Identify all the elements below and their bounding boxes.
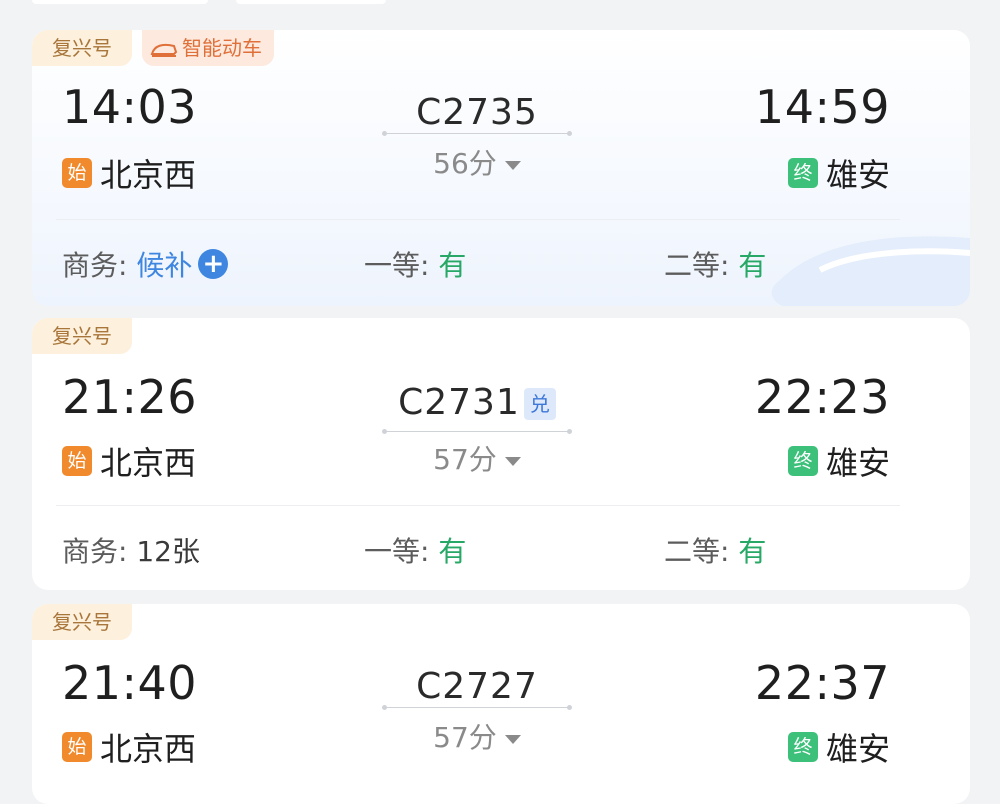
departure-time: 14:03 [62, 80, 198, 134]
seat-label: 商务: [62, 249, 128, 282]
train-card[interactable]: 复兴号 21:26 22:23 C2731 兑 57分 始 北京西 终 雄安 商务… [32, 318, 970, 590]
train-card[interactable]: 复兴号 智能动车 14:03 14:59 C2735 56分 始 北京西 终 雄… [32, 30, 970, 306]
seat-second-class: 二等: 有 [664, 244, 766, 284]
arrival-station-name: 雄安 [825, 444, 890, 482]
train-tags: 复兴号 智能动车 [32, 30, 274, 66]
departure-time: 21:40 [62, 656, 198, 710]
previous-card-stub [236, 0, 386, 4]
seat-value: 有 [738, 249, 767, 282]
train-tags: 复兴号 [32, 318, 132, 354]
seat-label: 商务: [62, 535, 128, 568]
divider [56, 219, 900, 220]
divider [56, 505, 900, 506]
departure-station-name: 北京西 [100, 156, 197, 194]
train-number-row: C2731 兑 [384, 382, 570, 423]
smart-train-tag: 智能动车 [142, 30, 274, 66]
end-badge: 终 [787, 732, 818, 762]
seat-value: 有 [438, 535, 467, 568]
seat-second-class: 二等: 有 [664, 530, 766, 570]
seat-value: 有 [738, 535, 767, 568]
duration-text: 56分 [433, 147, 497, 180]
train-number: C2735 [416, 92, 538, 133]
seat-first-class: 一等: 有 [364, 244, 466, 284]
duration-toggle[interactable]: 57分 [384, 438, 570, 478]
arrival-station-name: 雄安 [825, 156, 890, 194]
seat-business: 商务: 12张 [62, 530, 200, 570]
fuxing-tag: 复兴号 [32, 604, 132, 640]
train-icon [150, 43, 178, 57]
start-badge: 始 [62, 732, 92, 762]
departure-time: 21:26 [62, 370, 198, 424]
chevron-down-icon [504, 456, 521, 466]
arrival-station-name: 雄安 [825, 730, 890, 768]
duration-text: 57分 [433, 721, 497, 754]
exchange-badge: 兑 [523, 388, 556, 420]
arrival-station: 终 雄安 [787, 438, 890, 484]
fuxing-tag: 复兴号 [32, 30, 132, 66]
seat-label: 二等: [664, 535, 730, 568]
seat-value: 候补 [136, 249, 193, 282]
train-tags: 复兴号 [32, 604, 132, 640]
previous-card-stub [32, 0, 208, 4]
arrival-time: 14:59 [754, 80, 890, 134]
arrival-time: 22:23 [754, 370, 890, 424]
duration-toggle[interactable]: 57分 [384, 716, 570, 756]
start-badge: 始 [62, 446, 92, 476]
end-badge: 终 [787, 446, 818, 476]
departure-station-name: 北京西 [100, 444, 197, 482]
train-watermark-graphic [771, 236, 970, 306]
fuxing-tag: 复兴号 [32, 318, 132, 354]
smart-tag-label: 智能动车 [182, 36, 262, 60]
duration-text: 57分 [433, 443, 497, 476]
route-line [382, 705, 572, 710]
train-number: C2727 [416, 666, 538, 707]
departure-station: 始 北京西 [62, 150, 196, 196]
train-card[interactable]: 复兴号 21:40 22:37 C2727 57分 始 北京西 终 雄安 [32, 604, 970, 804]
chevron-down-icon [504, 734, 521, 744]
arrival-time: 22:37 [754, 656, 890, 710]
seat-value: 有 [438, 249, 467, 282]
end-badge: 终 [787, 158, 818, 188]
seat-label: 一等: [364, 535, 430, 568]
duration-toggle[interactable]: 56分 [384, 142, 570, 182]
seat-first-class: 一等: 有 [364, 530, 466, 570]
plus-circle-icon[interactable]: + [198, 249, 229, 279]
departure-station: 始 北京西 [62, 438, 196, 484]
route-line [382, 131, 572, 136]
start-badge: 始 [62, 158, 92, 188]
arrival-station: 终 雄安 [787, 724, 890, 770]
chevron-down-icon [504, 160, 521, 170]
seat-value: 12张 [136, 535, 200, 568]
departure-station: 始 北京西 [62, 724, 196, 770]
departure-station-name: 北京西 [100, 730, 197, 768]
seat-label: 二等: [664, 249, 730, 282]
seat-business[interactable]: 商务: 候补 + [62, 244, 229, 284]
seat-label: 一等: [364, 249, 430, 282]
train-number: C2731 [398, 382, 520, 423]
arrival-station: 终 雄安 [787, 150, 890, 196]
route-line [382, 429, 572, 434]
